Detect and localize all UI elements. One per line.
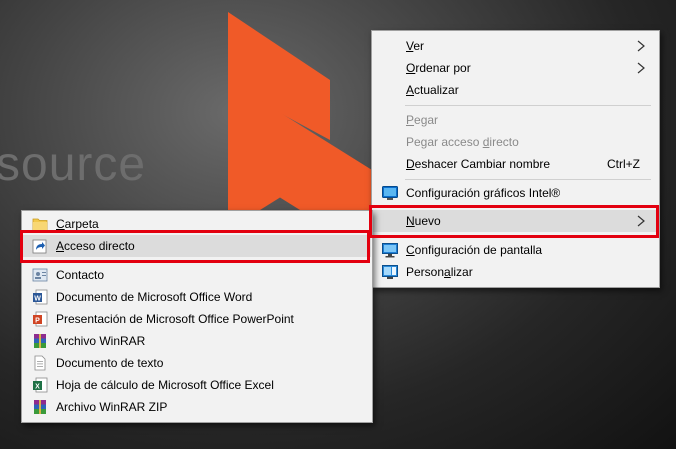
intel-graphics-icon: [382, 186, 398, 200]
winrar-zip-icon: [34, 400, 46, 414]
menu-item-label: Ver: [406, 39, 425, 53]
menu-item-personalizar[interactable]: Personalizar: [373, 261, 658, 283]
menu-item-label: Actualizar: [406, 83, 459, 97]
svg-text:X: X: [35, 384, 40, 391]
menu-item-label: Ordenar por: [406, 61, 471, 75]
submenu-item-word-document[interactable]: W Documento de Microsoft Office Word: [23, 286, 371, 308]
submenu-item-label: Archivo WinRAR: [56, 334, 146, 348]
highlight-box-nuevo: [369, 205, 659, 238]
word-document-icon: W: [33, 289, 48, 305]
menu-separator: [405, 179, 651, 180]
submenu-item-excel[interactable]: X Hoja de cálculo de Microsoft Office Ex…: [23, 374, 371, 396]
contact-icon: [32, 268, 48, 282]
submenu-item-contacto[interactable]: Contacto: [23, 264, 371, 286]
menu-item-configuracion-pantalla[interactable]: Configuración de pantalla: [373, 239, 658, 261]
winrar-icon: [34, 334, 46, 348]
menu-item-ordenar-por[interactable]: Ordenar por: [373, 57, 658, 79]
menu-item-label: Pegar: [406, 113, 439, 127]
svg-text:W: W: [34, 296, 41, 303]
text-document-icon: [34, 355, 46, 371]
menu-item-label: Configuración de pantalla: [406, 243, 543, 257]
personalize-icon: [382, 265, 398, 279]
submenu-item-label: Presentación de Microsoft Office PowerPo…: [56, 312, 294, 326]
submenu-item-winrar[interactable]: Archivo WinRAR: [23, 330, 371, 352]
submenu-item-label: Contacto: [56, 268, 105, 282]
menu-item-deshacer-cambiar-nombre[interactable]: Deshacer Cambiar nombre Ctrl+Z: [373, 153, 658, 175]
display-settings-icon: [382, 243, 398, 258]
menu-item-label: Pegar acceso directo: [406, 135, 519, 149]
excel-icon: X: [33, 377, 48, 393]
menu-item-label: Configuración gráficos Intel®: [406, 186, 561, 200]
powerpoint-icon: P: [33, 311, 48, 327]
menu-item-actualizar[interactable]: Actualizar: [373, 79, 658, 101]
menu-item-label: Deshacer Cambiar nombre: [406, 157, 551, 171]
menu-separator: [405, 105, 651, 106]
submenu-item-label: Hoja de cálculo de Microsoft Office Exce…: [56, 378, 274, 392]
menu-item-label: Personalizar: [406, 265, 473, 279]
menu-item-pegar[interactable]: Pegar: [373, 109, 658, 131]
chevron-right-icon: [637, 40, 645, 52]
submenu-item-text-document[interactable]: Documento de texto: [23, 352, 371, 374]
chevron-right-icon: [637, 62, 645, 74]
submenu-item-label: Archivo WinRAR ZIP: [56, 400, 168, 414]
menu-item-pegar-acceso-directo[interactable]: Pegar acceso directo: [373, 131, 658, 153]
submenu-item-label: Documento de Microsoft Office Word: [56, 290, 253, 304]
menu-item-intel-graphics[interactable]: Configuración gráficos Intel®: [373, 182, 658, 204]
menu-item-shortcut: Ctrl+Z: [607, 157, 640, 171]
submenu-item-label: Documento de texto: [56, 356, 164, 370]
wallpaper-brand-text: source: [0, 138, 147, 191]
svg-text:P: P: [35, 318, 40, 325]
desktop-context-menu: Ver Ordenar por Actualizar Pegar Pegar a…: [371, 30, 660, 288]
submenu-item-powerpoint[interactable]: P Presentación de Microsoft Office Power…: [23, 308, 371, 330]
highlight-box-acceso-directo: [20, 230, 370, 263]
menu-item-ver[interactable]: Ver: [373, 35, 658, 57]
submenu-item-winrar-zip[interactable]: Archivo WinRAR ZIP: [23, 396, 371, 418]
